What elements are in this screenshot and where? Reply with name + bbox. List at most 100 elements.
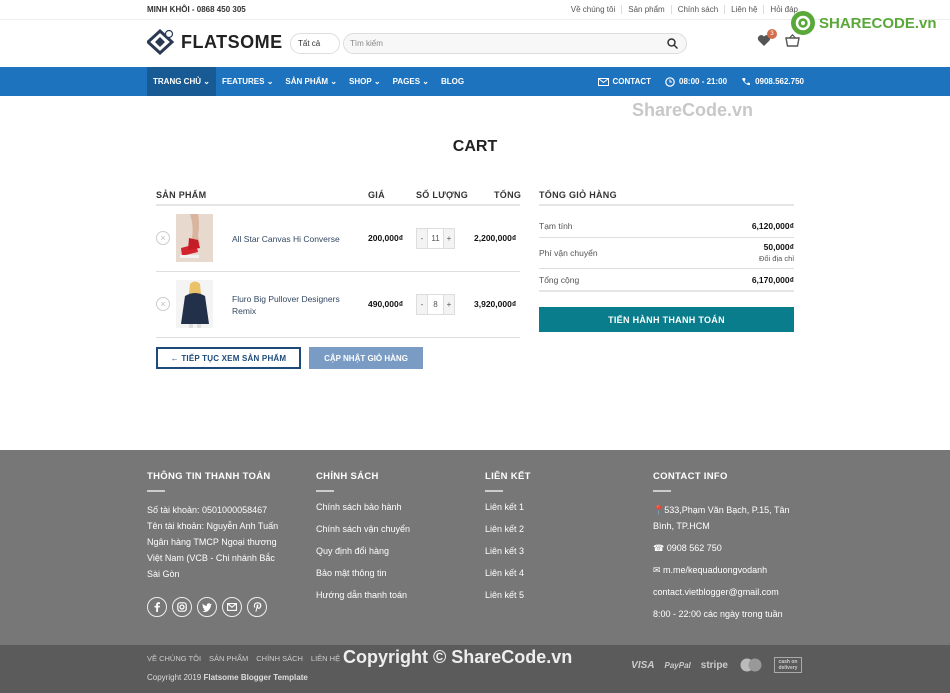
product-name-link[interactable]: Fluro Big Pullover Designers Remix [232, 293, 357, 317]
chevron-down-icon: ⌄ [373, 77, 381, 86]
footer-messenger[interactable]: m.me/kequaduongvodanh [663, 565, 767, 575]
copyright-brand: Flatsome Blogger Template [203, 673, 308, 682]
wishlist-icon[interactable]: 3 [757, 29, 777, 52]
instagram-icon[interactable] [172, 597, 192, 617]
bottom-link-about[interactable]: VỀ CHÚNG TÔI [147, 654, 201, 663]
bottom-link-contact[interactable]: LIÊN HỆ [311, 654, 340, 663]
footer-policy-title: CHÍNH SÁCH [316, 471, 379, 482]
header-icons: 3 [757, 29, 800, 52]
nav-phone[interactable]: 0908.562.750 [741, 77, 804, 87]
continue-shopping-button[interactable]: ← TIẾP TỤC XEM SẢN PHẨM [156, 347, 301, 369]
update-cart-button[interactable]: CẬP NHẬT GIỎ HÀNG [309, 347, 423, 369]
subtotal-label: Tạm tính [539, 221, 573, 231]
logo-icon [147, 29, 175, 55]
search-icon[interactable] [667, 38, 678, 49]
nav-shop-label: SHOP [349, 77, 372, 86]
nav-blog-label: BLOG [440, 77, 465, 86]
nav-hours-label: 08:00 - 21:00 [679, 77, 728, 86]
footer-account-name: Tên tài khoản: Nguyễn Anh Tuấn [147, 521, 279, 531]
qty-input[interactable]: 11 [427, 229, 444, 248]
qty-decrease-button[interactable]: - [417, 229, 427, 248]
product-price: 200,000₫ [368, 233, 404, 243]
totals-header-divider [539, 204, 794, 206]
paypal-icon: PayPal [664, 660, 691, 670]
nav-products[interactable]: SẢN PHẨM ⌄ [279, 67, 343, 96]
footer-link[interactable]: Quy định đổi hàng [316, 546, 466, 568]
footer-bank-line-2: Việt Nam (VCB - Chi nhánh Bắc [147, 553, 275, 563]
top-link-contact[interactable]: Liên hệ [724, 5, 763, 14]
qty-input[interactable]: 8 [427, 295, 444, 314]
site-logo[interactable]: FLATSOME [147, 29, 283, 55]
footer-link[interactable]: Liên kết 4 [485, 568, 635, 590]
chevron-down-icon: ⌄ [266, 77, 274, 86]
nav-blog[interactable]: BLOG [435, 67, 470, 96]
social-links [147, 597, 267, 617]
totals-divider [539, 237, 794, 238]
nav-contact-label: CONTACT [612, 77, 652, 86]
footer-payment-info: THÔNG TIN THANH TOÁN Số tài khoản: 05010… [147, 471, 297, 582]
shipping-value: 50,000₫ [763, 242, 794, 252]
row-divider [156, 337, 520, 338]
total-label: Tổng cộng [539, 275, 580, 285]
quantity-stepper: - 11 + [416, 228, 455, 249]
qty-increase-button[interactable]: + [444, 295, 454, 314]
nav-home[interactable]: TRANG CHỦ ⌄ [147, 67, 216, 96]
cart-icon[interactable] [785, 33, 800, 52]
top-link-products[interactable]: Sản phẩm [621, 5, 670, 14]
qty-decrease-button[interactable]: - [417, 295, 427, 314]
footer-title-underline [653, 490, 671, 492]
nav-contact[interactable]: CONTACT [597, 77, 652, 86]
owner-contact: MINH KHÔI - 0868 450 305 [147, 5, 246, 14]
change-address-link[interactable]: Đổi địa chỉ [759, 254, 794, 263]
footer-title-underline [147, 490, 165, 492]
pinterest-icon[interactable] [247, 597, 267, 617]
chevron-down-icon: ⌄ [330, 77, 338, 86]
footer-link[interactable]: Liên kết 2 [485, 524, 635, 546]
cart-totals-title: TỔNG GIỎ HÀNG [539, 190, 617, 200]
product-name-link[interactable]: All Star Canvas Hi Converse [232, 233, 357, 245]
footer-link[interactable]: Liên kết 5 [485, 590, 635, 612]
footer-link[interactable]: Chính sách bảo hành [316, 502, 466, 524]
bottom-link-policy[interactable]: CHÍNH SÁCH [256, 654, 303, 663]
search-input[interactable]: Tìm kiếm [343, 33, 687, 54]
twitter-icon[interactable] [197, 597, 217, 617]
remove-item-button[interactable]: × [156, 297, 170, 311]
col-total-header: TỔNG [494, 190, 522, 200]
wishlist-count-badge: 3 [767, 29, 777, 39]
footer-phone[interactable]: 0908 562 750 [667, 543, 722, 553]
product-subtotal: 2,200,000₫ [474, 233, 517, 243]
product-thumbnail[interactable] [176, 214, 213, 262]
footer-link[interactable]: Liên kết 3 [485, 546, 635, 568]
footer-email[interactable]: contact.vietblogger@gmail.com [653, 584, 803, 600]
email-icon[interactable] [222, 597, 242, 617]
nav-features[interactable]: FEATURES ⌄ [216, 67, 279, 96]
qty-increase-button[interactable]: + [444, 229, 454, 248]
bottom-link-products[interactable]: SẢN PHẨM [209, 654, 248, 663]
col-price-header: GIÁ [368, 190, 385, 200]
row-divider [156, 271, 520, 272]
footer-account-number: Số tài khoản: 0501000058467 [147, 505, 268, 515]
chevron-down-icon: ⌄ [203, 77, 210, 86]
top-link-policy[interactable]: Chính sách [670, 5, 724, 14]
sharecode-logo-text: SHARECODE.vn [819, 14, 937, 32]
facebook-icon[interactable] [147, 597, 167, 617]
nav-products-label: SẢN PHẨM [285, 77, 329, 86]
remove-item-button[interactable]: × [156, 231, 170, 245]
footer-link[interactable]: Hướng dẫn thanh toán [316, 590, 466, 612]
logo-text: FLATSOME [181, 31, 283, 52]
footer-links: LIÊN KẾT Liên kết 1 Liên kết 2 Liên kết … [485, 471, 635, 612]
footer-link[interactable]: Chính sách vận chuyển [316, 524, 466, 546]
clock-icon [665, 76, 675, 87]
footer-link[interactable]: Bảo mật thông tin [316, 568, 466, 590]
nav-pages[interactable]: PAGES ⌄ [387, 67, 435, 96]
category-select[interactable]: Tất cả [290, 33, 340, 54]
main-nav: TRANG CHỦ ⌄ FEATURES ⌄ SẢN PHẨM ⌄ SHOP ⌄… [0, 67, 950, 96]
checkout-button[interactable]: TIẾN HÀNH THANH TOÁN [539, 307, 794, 332]
phone-icon: ☎ [653, 543, 667, 553]
product-thumbnail[interactable] [176, 280, 213, 328]
top-link-about[interactable]: Về chúng tôi [565, 5, 621, 14]
footer-link[interactable]: Liên kết 1 [485, 502, 635, 524]
page-title: CART [452, 138, 498, 155]
nav-shop[interactable]: SHOP ⌄ [343, 67, 387, 96]
footer-address-line-1: 533,Phạm Văn Bạch, P.15, Tân [664, 505, 790, 515]
